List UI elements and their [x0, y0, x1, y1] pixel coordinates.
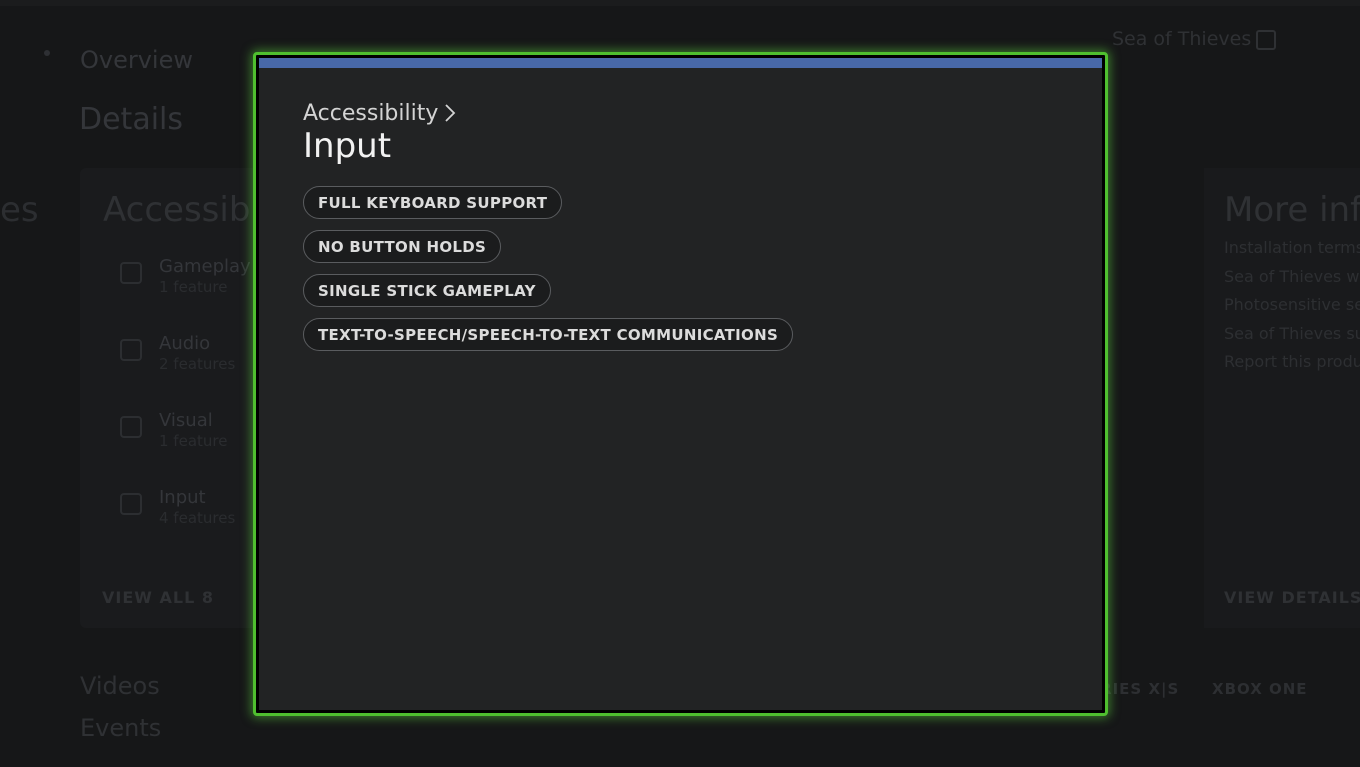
dialog-title: Input: [303, 126, 392, 166]
more-info-link[interactable]: Photosensitive se: [1224, 295, 1360, 314]
offscreen-section-title: es: [0, 190, 39, 230]
feature-chip: SINGLE STICK GAMEPLAY: [303, 274, 551, 307]
account-name: Sea of Thieves: [1112, 28, 1252, 50]
item-title: Visual: [159, 410, 213, 431]
input-features-dialog: Accessibility Input FULL KEYBOARD SUPPOR…: [253, 52, 1108, 716]
breadcrumb-label: Accessibility: [303, 100, 439, 126]
dialog-body: Accessibility Input FULL KEYBOARD SUPPOR…: [259, 58, 1102, 710]
more-info-link[interactable]: Sea of Thieves we: [1224, 267, 1360, 286]
item-subtitle: 1 feature: [159, 278, 228, 296]
item-subtitle: 4 features: [159, 509, 236, 527]
eye-icon: [120, 416, 142, 438]
nav-overview[interactable]: Overview: [80, 46, 193, 74]
nav-details[interactable]: Details: [79, 102, 183, 137]
more-info-link[interactable]: Sea of Thieves sup: [1224, 324, 1360, 343]
more-info-link[interactable]: Report this produ: [1224, 352, 1360, 371]
more-info-title: More info: [1224, 190, 1360, 230]
breadcrumb[interactable]: Accessibility: [303, 98, 456, 128]
more-info-card: [1204, 168, 1360, 628]
feature-chip: NO BUTTON HOLDS: [303, 230, 502, 263]
platform-badge-one: XBOX ONE: [1212, 680, 1308, 698]
nav-events[interactable]: Events: [80, 714, 161, 742]
nav-indicator-dot: [44, 50, 50, 56]
input-icon: [120, 493, 142, 515]
profile-icon[interactable]: [1256, 30, 1276, 50]
view-all-button[interactable]: VIEW ALL 8: [102, 588, 214, 607]
more-info-link[interactable]: Installation terms: [1224, 238, 1360, 257]
nav-videos[interactable]: Videos: [80, 672, 160, 700]
item-title: Gameplay: [159, 256, 251, 277]
speaker-icon: [120, 339, 142, 361]
item-title: Audio: [159, 333, 211, 354]
feature-chip: FULL KEYBOARD SUPPORT: [303, 186, 563, 219]
background-top-strip: [0, 0, 1360, 6]
item-subtitle: 2 features: [159, 355, 236, 373]
joystick-icon: [120, 262, 142, 284]
dialog-accent-bar: [259, 58, 1102, 68]
feature-chip: TEXT-TO-SPEECH/SPEECH-TO-TEXT COMMUNICAT…: [303, 318, 794, 351]
item-subtitle: 1 feature: [159, 432, 228, 450]
item-title: Input: [159, 487, 206, 508]
feature-chip-list: FULL KEYBOARD SUPPORT NO BUTTON HOLDS SI…: [303, 186, 794, 351]
chevron-right-icon: [445, 104, 456, 122]
view-details-button[interactable]: VIEW DETAILS: [1224, 588, 1360, 607]
